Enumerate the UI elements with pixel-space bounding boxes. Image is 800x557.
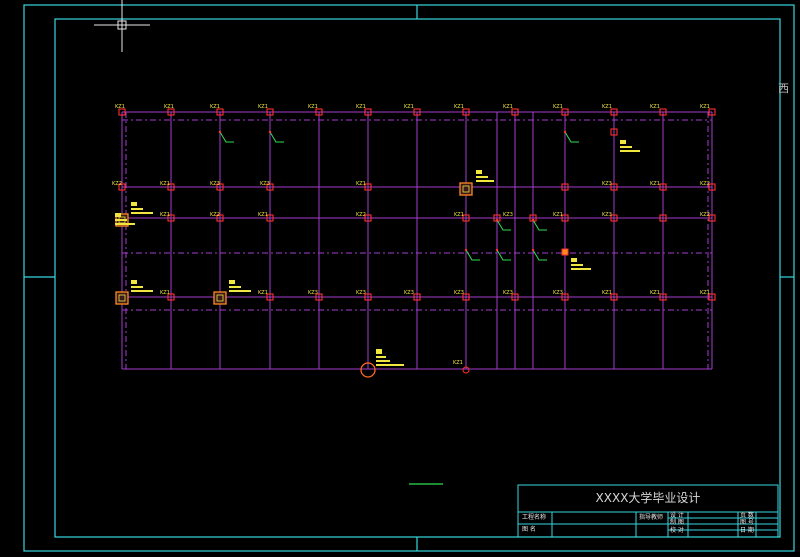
column-label: KZ2 (210, 212, 220, 218)
side-text: 西 (778, 82, 789, 95)
column-label: KZ1 (115, 104, 125, 110)
column-marker-highlight (561, 248, 569, 256)
large-column (459, 182, 473, 196)
column-label: KZ1 (553, 212, 563, 218)
leader-dot (268, 130, 272, 134)
column-label: KZ1 (700, 104, 710, 110)
tb-drawing-label: 图 名 (522, 526, 536, 533)
column-annotation (229, 280, 251, 292)
label-bottom: KZ1 (453, 360, 463, 366)
column-annotation (620, 140, 640, 152)
leader-mark (564, 131, 579, 143)
leader-marks-layer (218, 130, 579, 261)
cad-canvas: KZ1 KZ1 KZ1 KZ1 KZ1 KZ1 KZ1 KZ1 KZ1 KZ1 KZ1 KZ1 KZ1 K… (23, 0, 795, 552)
crosshair-cursor-icon (94, 0, 150, 52)
sheet-frame (23, 4, 795, 552)
column-label: KZ3 (553, 290, 563, 296)
column-label: KZ2 (356, 212, 366, 218)
column-label: KZ1 (650, 290, 660, 296)
column-label: KZ1 (258, 212, 268, 218)
column-label: KZ1 (503, 104, 513, 110)
column-annotation (131, 280, 153, 292)
outer-border (23, 4, 795, 552)
column-label: KZ1 (258, 290, 268, 296)
column-label: KZ3 (356, 290, 366, 296)
column-labels-layer: KZ1 KZ1 KZ1 KZ1 KZ1 KZ1 KZ1 KZ1 KZ1 KZ1 KZ1 KZ1 KZ1 K… (112, 104, 710, 296)
column-label: KZ1 (164, 104, 174, 110)
leader-dot (218, 130, 222, 134)
leader-mark (465, 249, 480, 261)
column-label: KZ1 (602, 290, 612, 296)
column-label: KZ2 (700, 181, 710, 187)
tb-advisor-label: 指导教师 (639, 514, 664, 521)
tb-project-label: 工程名称 (522, 514, 547, 521)
column-label: KZ1 (700, 290, 710, 296)
annotation-layer (115, 140, 640, 305)
tb-check-label: 校 对 (670, 527, 684, 534)
column-label: KZ3 (602, 181, 612, 187)
column-annotation (131, 202, 153, 214)
column-label: KZ2 (700, 212, 710, 218)
column-label: KZ1 (356, 104, 366, 110)
column-label: KZ1 (160, 290, 170, 296)
column-label: KZ1 (404, 104, 414, 110)
large-column (115, 291, 129, 305)
column-label: KZ3 (210, 181, 220, 187)
column-label: KZ1 (650, 104, 660, 110)
column-label: KZ1 (454, 212, 464, 218)
leader-dot (531, 248, 535, 252)
column-label: KZ2 (112, 181, 122, 187)
leader-dot (464, 248, 468, 252)
leader-dot (495, 248, 499, 252)
leader-dot (495, 218, 499, 222)
leader-dot (531, 218, 535, 222)
round-column (360, 349, 404, 378)
tb-date-label: 日 期 (740, 527, 754, 534)
column-label: KZ3 (308, 290, 318, 296)
leader-mark (269, 131, 284, 143)
column-label: KZ1 (308, 104, 318, 110)
column-annotation (476, 170, 494, 182)
leader-mark (496, 249, 511, 261)
large-column (213, 291, 227, 305)
column-label: KZ1 (602, 104, 612, 110)
column-label: KZ3 (503, 290, 513, 296)
leader-dot (563, 130, 567, 134)
column-label: KZ1 (454, 104, 464, 110)
column-label: KZ3 (260, 181, 270, 187)
leader-mark (219, 131, 234, 143)
column-label: KZ1 (160, 212, 170, 218)
column-annotation (571, 258, 591, 270)
column-label: KZ1 (258, 104, 268, 110)
column-label: KZ3 (404, 290, 414, 296)
title-block-school: XXXX大学毕业设计 (595, 491, 701, 505)
column-label: KZ3 (454, 290, 464, 296)
column-label: KZ3 (602, 212, 612, 218)
column-label: KZ1 (160, 181, 170, 187)
leader-mark (532, 249, 547, 261)
column-label: KZ3 (503, 212, 513, 218)
column-label: KZ1 (210, 104, 220, 110)
column-label: KZ1 (356, 181, 366, 187)
column-label: KZ1 (650, 181, 660, 187)
column-label: KZ1 (553, 104, 563, 110)
